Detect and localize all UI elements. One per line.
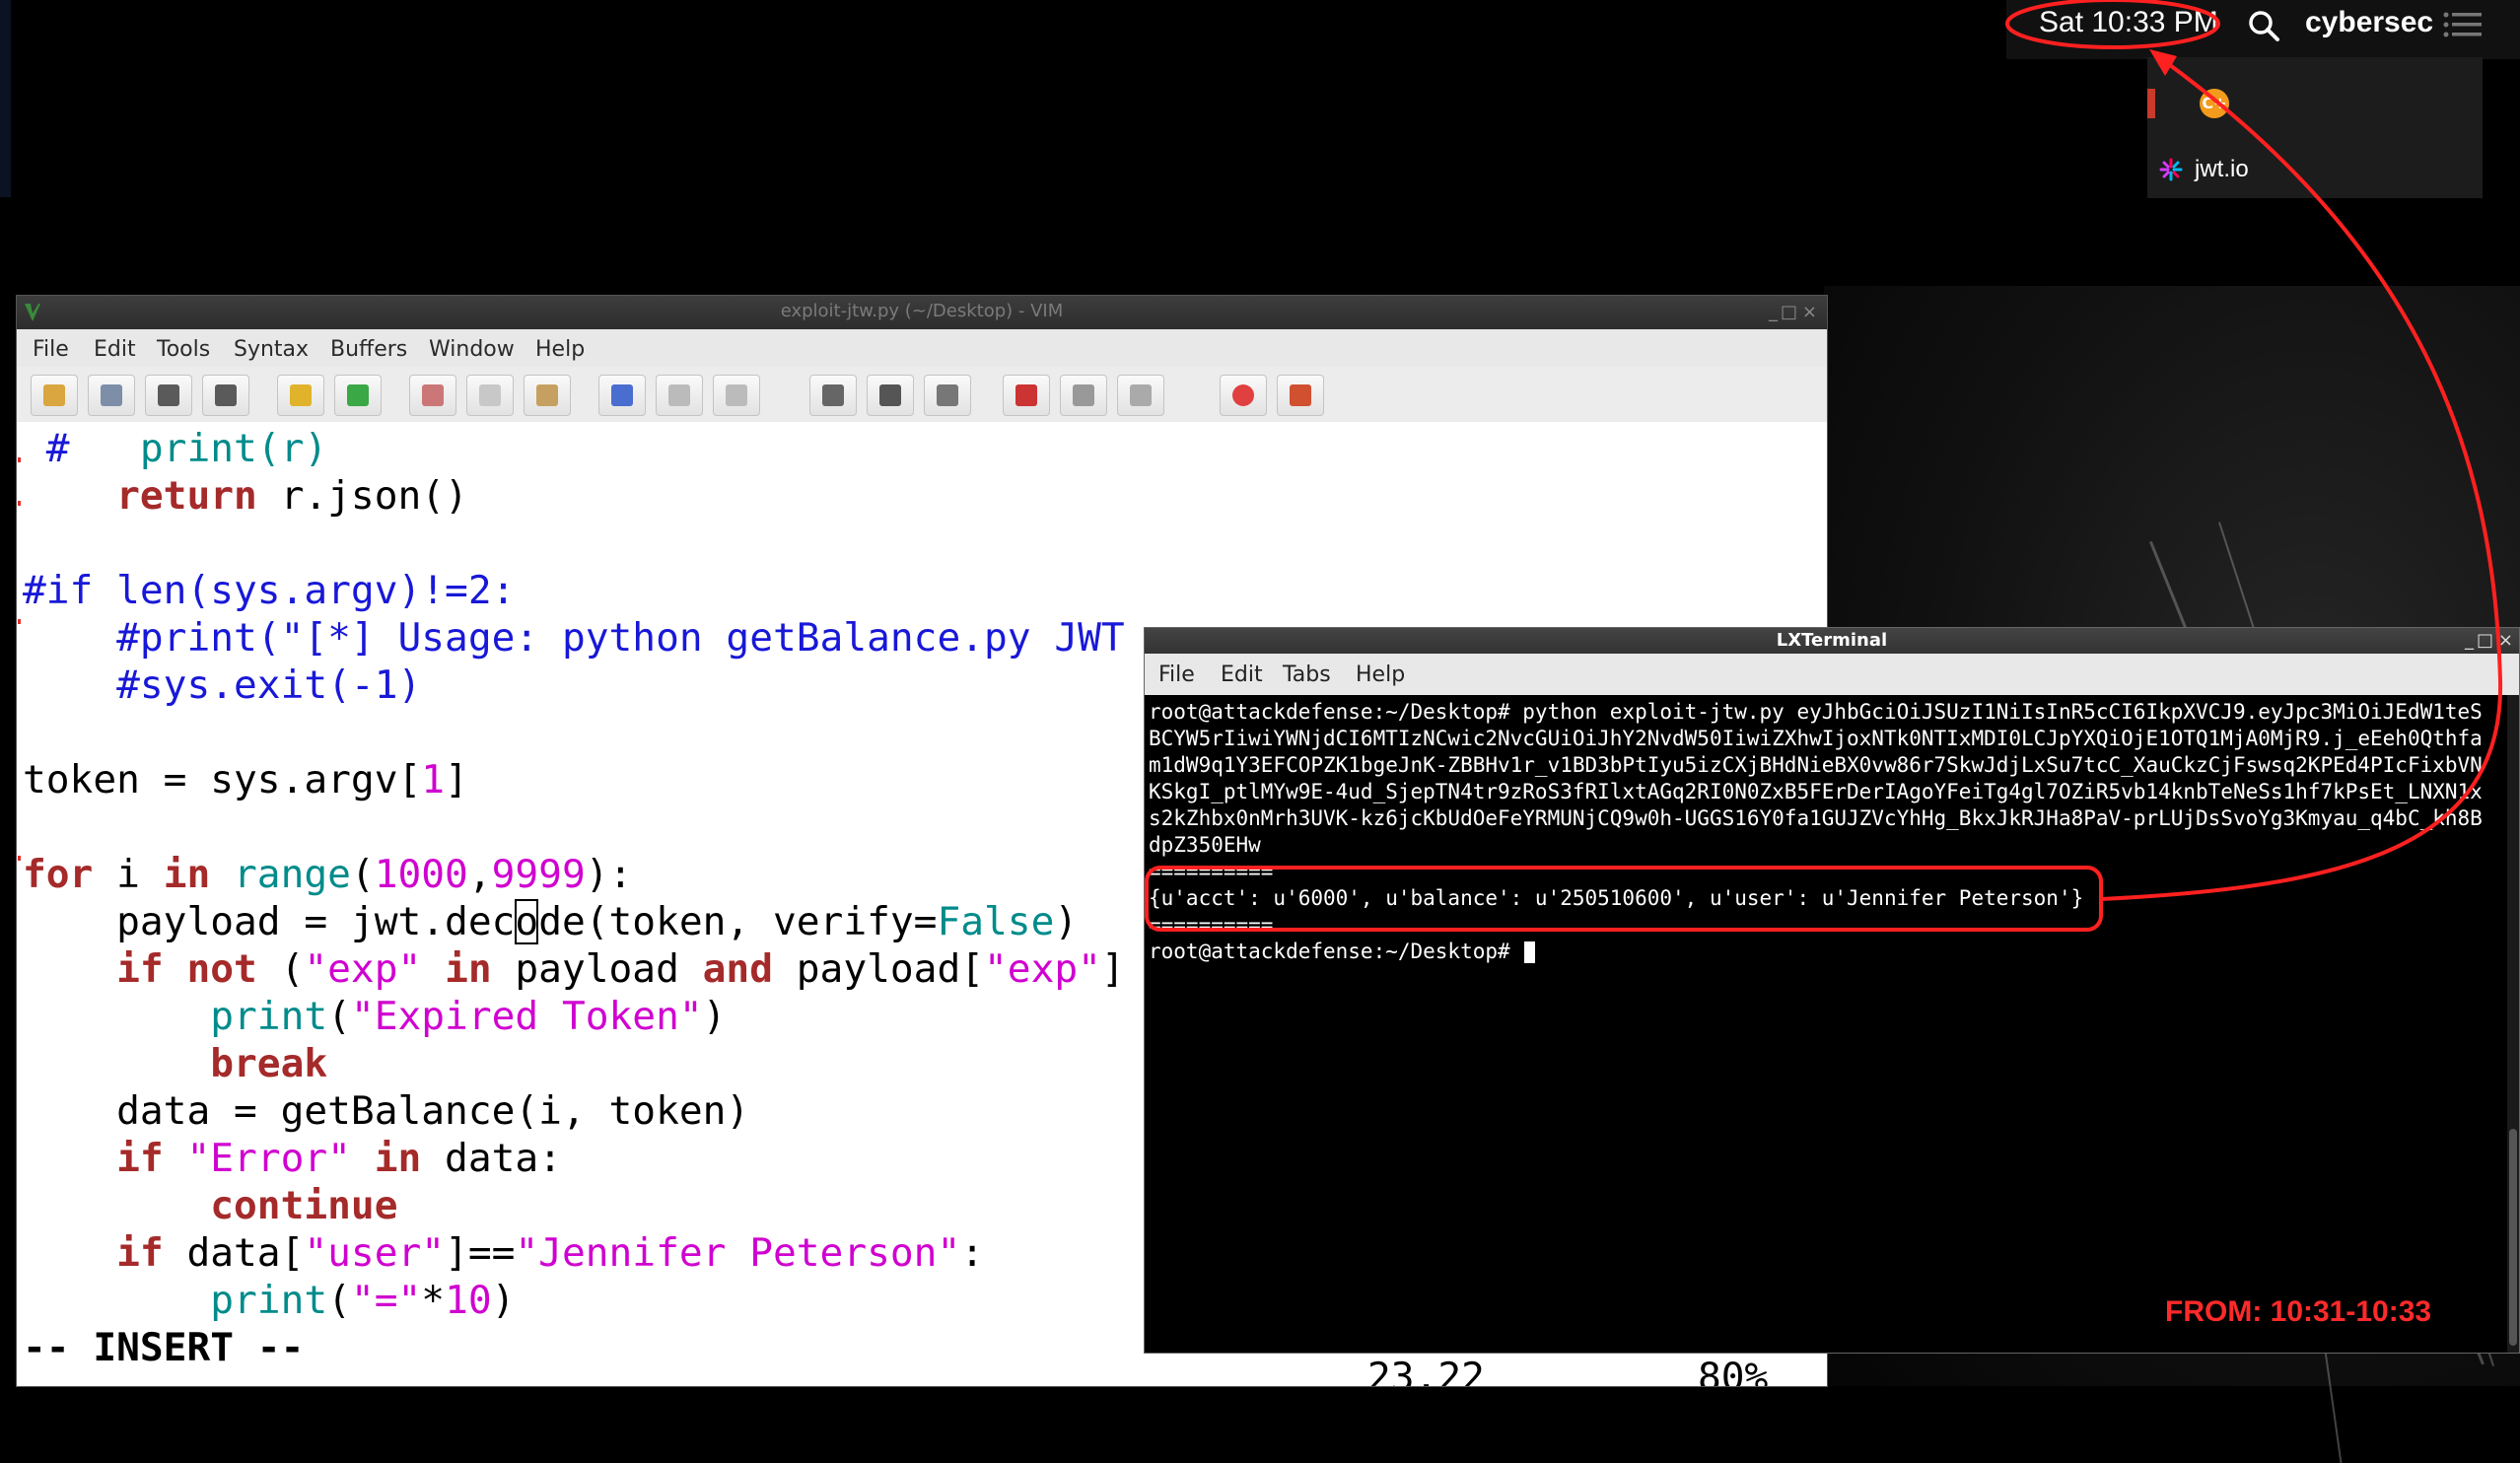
code-line: return r.json() [116, 473, 468, 519]
terminal-prompt: root@attackdefense:~/Desktop# [1149, 939, 1536, 965]
annotation-time-label: FROM: 10:31-10:33 [2165, 1295, 2432, 1328]
vim-menu-bar: File Edit Tools Syntax Buffers Window He… [17, 329, 1827, 368]
terminal-line: KSkgI_ptlMYw9E-4ud_SjepTN4tr9zRoS3fRIlxt… [1149, 780, 2483, 803]
open-icon[interactable] [31, 375, 78, 416]
find-prev-icon[interactable] [713, 375, 760, 416]
terminal-line: ========== [1149, 860, 1274, 883]
terminal-output[interactable]: root@attackdefense:~/Desktop# python exp… [1145, 695, 2507, 1353]
undo-icon[interactable] [277, 375, 324, 416]
insert-mode-indicator: -- INSERT -- [23, 1325, 305, 1370]
code-line: if data["user"]=="Jennifer Peterson": [116, 1230, 985, 1276]
code-line: break [210, 1041, 328, 1086]
make-icon[interactable] [1003, 375, 1050, 416]
find-next-icon[interactable] [656, 375, 703, 416]
code-line: continue [210, 1183, 398, 1228]
code-line: # print(r) [23, 426, 328, 471]
sign-column-mark [18, 619, 21, 624]
code-line: #sys.exit(-1) [23, 662, 422, 708]
code-line: payload = jwt.decode(token, verify=False… [23, 899, 1079, 944]
help-icon[interactable] [1220, 375, 1267, 416]
terminal-line: s2kZhbx0nMrh3UVK-kz6jcKbUdOeFeYRMUNjCQ9w… [1149, 806, 2483, 830]
menu-edit[interactable]: Edit [1221, 662, 1263, 687]
jwt-io-tab[interactable]: jwt.io [2195, 156, 2249, 183]
code-line: #print("[*] Usage: python getBalance.py … [23, 615, 1125, 661]
code-line: token = sys.argv[1] [23, 757, 468, 802]
maximize-icon[interactable]: □ [1781, 302, 1797, 322]
terminal-result-line: {u'acct': u'6000', u'balance': u'2505106… [1149, 886, 2084, 910]
terminal-line: root@attackdefense:~/Desktop# python exp… [1149, 700, 2483, 724]
terminal-line: BCYW5rIiwiYWNjdCI6MTIzNCwic2NvcGUiOiJhY2… [1149, 727, 2483, 750]
copy-icon[interactable] [466, 375, 514, 416]
shell-icon[interactable] [1060, 375, 1107, 416]
terminal-line: m1dW9q1Y3EFCOPZK1bgeJnK-ZBBHv1r_v1BD3bPt… [1149, 753, 2483, 777]
minimize-icon[interactable]: _ [1769, 302, 1778, 322]
terminal-line: dpZ350EHw [1149, 833, 1261, 857]
vim-toolbar [17, 367, 1827, 423]
lxterminal-window: LXTerminal _ □ × File Edit Tabs Help roo… [1144, 627, 2520, 1354]
save-icon[interactable] [145, 375, 192, 416]
vim-title-bar[interactable]: exploit-jtw.py (~/Desktop) - VIM _ □ × [17, 296, 1827, 329]
find-replace-icon[interactable] [598, 375, 646, 416]
menu-file[interactable]: File [1158, 662, 1195, 687]
spotlight-search-icon[interactable] [2246, 8, 2281, 43]
sign-column-mark [18, 501, 21, 506]
code-line: #if len(sys.argv)!=2: [23, 568, 516, 613]
menu-bar-user[interactable]: cybersec [2305, 6, 2433, 39]
menu-window[interactable]: Window [429, 337, 515, 362]
menu-help[interactable]: Help [535, 337, 585, 362]
menu-bar-clock[interactable]: Sat 10:33 PM [2039, 6, 2218, 39]
menu-help[interactable]: Help [1356, 662, 1405, 687]
menu-file[interactable]: File [33, 337, 69, 362]
run-script-icon[interactable] [924, 375, 971, 416]
sign-column-mark [18, 856, 21, 861]
chrome-badge-icon[interactable]: C+ [2200, 89, 2229, 118]
find-help-icon[interactable] [1277, 375, 1324, 416]
menu-tabs[interactable]: Tabs [1283, 662, 1331, 687]
code-line: data = getBalance(i, token) [23, 1088, 750, 1134]
menu-buffers[interactable]: Buffers [330, 337, 407, 362]
cursor-position: 23,22 [1367, 1355, 1485, 1386]
save-session-icon[interactable] [867, 375, 914, 416]
text-cursor: o [515, 899, 539, 944]
save-all-icon[interactable] [202, 375, 249, 416]
code-line: for i in range(1000,9999): [23, 852, 633, 897]
redo-icon[interactable] [334, 375, 382, 416]
jwt-logo-icon [2159, 158, 2183, 181]
load-session-icon[interactable] [809, 375, 857, 416]
code-line: if not ("exp" in payload and payload["ex… [116, 946, 1125, 992]
terminal-line: ========== [1149, 913, 1274, 937]
file-percent: 80% [1698, 1355, 1769, 1386]
paste-icon[interactable] [524, 375, 571, 416]
terminal-cursor [1524, 941, 1536, 963]
code-line: if "Error" in data: [116, 1136, 562, 1181]
code-line: print("Expired Token") [210, 994, 727, 1039]
scrollbar-thumb[interactable] [2509, 1129, 2517, 1346]
close-icon[interactable]: × [2498, 630, 2513, 651]
notification-center-icon[interactable] [2443, 12, 2483, 37]
cut-icon[interactable] [409, 375, 456, 416]
close-icon[interactable]: × [1802, 302, 1817, 322]
menu-tools[interactable]: Tools [157, 337, 210, 362]
tag-jump-icon[interactable] [1117, 375, 1164, 416]
terminal-title-bar[interactable]: LXTerminal _ □ × [1145, 628, 2519, 654]
sign-column-mark [18, 457, 21, 462]
maximize-icon[interactable]: □ [2477, 630, 2493, 651]
code-line: print("="*10) [210, 1278, 516, 1323]
menu-edit[interactable]: Edit [94, 337, 136, 362]
app-accent-mark [2147, 89, 2155, 118]
minimize-icon[interactable]: _ [2465, 630, 2474, 651]
terminal-menu-bar: File Edit Tabs Help [1145, 654, 2519, 696]
terminal-window-title: LXTerminal [1776, 630, 1888, 651]
menu-syntax[interactable]: Syntax [234, 337, 309, 362]
terminal-scrollbar[interactable] [2507, 695, 2519, 1353]
save-upload-icon[interactable] [88, 375, 135, 416]
vim-window-title: exploit-jtw.py (~/Desktop) - VIM [780, 301, 1064, 321]
left-screen-edge [0, 0, 11, 197]
vim-status-line: -- INSERT -- [23, 1324, 304, 1371]
